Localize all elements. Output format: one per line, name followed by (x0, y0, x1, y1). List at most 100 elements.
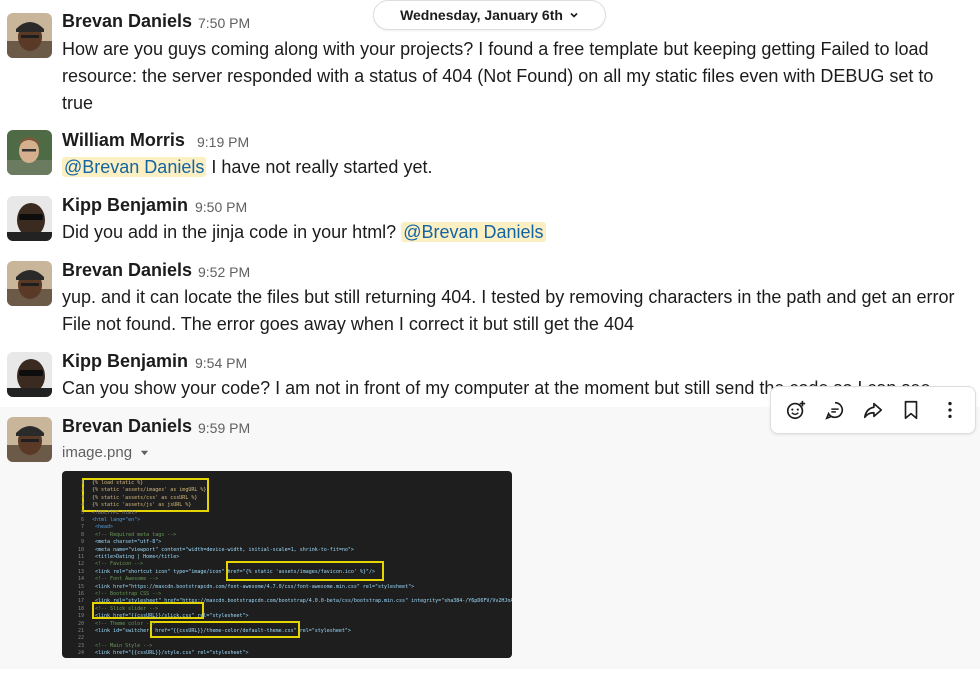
line-number: 9 (80, 539, 84, 546)
code-line: 11 <title>Dating | Home</title> (70, 554, 179, 560)
code-line: 3 {% static 'assets/css' as cssURL %} (70, 495, 197, 501)
code-text: <!DOCTYPE html> (92, 509, 138, 516)
line-number: 16 (77, 591, 84, 597)
save-bookmark-icon (905, 400, 918, 420)
code-text: <link id="switcher" href="{{cssURL}}/the… (92, 628, 351, 634)
code-line: 17 <link rel="stylesheet" href="https://… (70, 598, 512, 604)
date-divider-label: Wednesday, January 6th (400, 7, 563, 23)
code-line: 10 <meta name="viewport" content="width=… (70, 547, 354, 553)
code-line: 24 <link href="{{cssURL}}/style.css" rel… (70, 650, 249, 656)
code-line: 15 <link href="https://maxcdn.bootstrapc… (70, 584, 414, 590)
message-text: Did you add in the jinja code in your ht… (62, 219, 966, 246)
reply-in-thread-button[interactable] (820, 395, 850, 425)
code-line: 20 <!-- Theme color --> (70, 621, 155, 627)
code-text: <meta charset="utf-8"> (92, 539, 162, 546)
code-line: 7 <head> (70, 524, 113, 530)
code-text: {% load static %} (92, 480, 144, 486)
line-number: 6 (80, 517, 84, 523)
line-number: 24 (77, 650, 84, 657)
message-timestamp[interactable]: 7:50 PM (198, 15, 250, 31)
message-text-content: I have not really started yet. (206, 157, 433, 177)
code-line: 8 <!-- Required meta tags --> (70, 532, 176, 538)
avatar-kipp-benjamin[interactable] (7, 196, 52, 241)
file-name-toggle[interactable]: image.png (62, 444, 149, 461)
line-number: 15 (77, 583, 84, 590)
code-text: <!-- Bootstrap CSS --> (92, 591, 162, 597)
code-text: {% static 'assets/images' as imgURL %} (92, 487, 207, 494)
avatar-brevan-daniels[interactable] (7, 417, 52, 462)
line-number: 14 (77, 576, 84, 583)
message-actions-toolbar (770, 386, 976, 434)
user-mention[interactable]: @Brevan Daniels (401, 222, 546, 242)
message-text-content: Did you add in the jinja code in your ht… (62, 222, 402, 242)
reply-in-thread-icon (824, 401, 843, 420)
message-author[interactable]: Kipp Benjamin (62, 195, 188, 216)
line-number: 21 (77, 628, 84, 634)
message-author[interactable]: Brevan Daniels (62, 416, 192, 437)
line-number: 12 (77, 561, 84, 568)
share-message-icon (863, 402, 883, 419)
line-number: 13 (77, 568, 84, 575)
avatar-kipp-benjamin[interactable] (7, 352, 52, 397)
code-line: 6 <html lang="en"> (70, 517, 140, 523)
code-line: 16 <!-- Bootstrap CSS --> (70, 591, 161, 597)
message-author[interactable]: Brevan Daniels (62, 11, 192, 32)
code-line: 18 <!-- Slick slider --> (70, 606, 158, 612)
code-text: <link rel="stylesheet" href="https://max… (95, 598, 512, 605)
code-text: <title>Dating | Home</title> (92, 554, 180, 560)
code-line: 21 <link id="switcher" href="{{cssURL}}/… (70, 628, 351, 634)
code-line: 1 {% load static %} (70, 480, 143, 486)
line-number: 2 (80, 487, 84, 494)
image-attachment[interactable]: 1 {% load static %} 2 {% static 'assets/ima… (62, 471, 512, 658)
code-line: 12 <!-- Favicon --> (70, 561, 143, 567)
message-timestamp[interactable]: 9:59 PM (198, 420, 250, 436)
more-actions-icon (948, 401, 952, 419)
message-text: @Brevan Daniels I have not really starte… (62, 154, 966, 181)
line-number: 20 (77, 620, 84, 627)
save-message-button[interactable] (896, 395, 926, 425)
line-number: 22 (77, 635, 84, 642)
date-divider-button[interactable]: Wednesday, January 6th (373, 0, 606, 30)
message-text: How are you guys coming along with your … (62, 39, 934, 113)
file-name: image.png (62, 444, 133, 461)
message-author[interactable]: Brevan Daniels (62, 260, 192, 281)
avatar-brevan-daniels[interactable] (7, 13, 52, 58)
code-line: 23 <!-- Main Style --> (70, 643, 152, 649)
message-text: yup. and it can locate the files but sti… (62, 287, 955, 334)
add-reaction-icon (787, 400, 806, 420)
message-author[interactable]: Kipp Benjamin (62, 351, 188, 372)
add-reaction-button[interactable] (781, 395, 811, 425)
message-timestamp[interactable]: 9:50 PM (195, 199, 247, 215)
share-message-button[interactable] (858, 395, 888, 425)
code-text: <!-- Font Awesome --> (92, 576, 159, 583)
line-number: 8 (80, 531, 84, 538)
code-text: <link href="{{cssURL}}/slick.css" rel="s… (92, 613, 249, 620)
code-text: <meta name="viewport" content="width=dev… (92, 546, 354, 553)
code-line: 9 <meta charset="utf-8"> (70, 539, 161, 545)
code-text: <head> (92, 524, 114, 531)
code-text: {% static 'assets/css' as cssURL %} (92, 494, 198, 501)
message-timestamp[interactable]: 9:52 PM (198, 264, 250, 280)
user-mention[interactable]: @Brevan Daniels (62, 157, 207, 177)
avatar-william-morris[interactable] (7, 130, 52, 175)
caret-down-icon (140, 444, 149, 461)
code-line: 22 (70, 635, 92, 641)
message-timestamp[interactable]: 9:19 PM (197, 134, 249, 150)
code-text: {% static 'assets/js' as jsURL %} (92, 502, 192, 509)
code-text: <link href="https://maxcdn.bootstrapcdn.… (92, 583, 415, 590)
line-number: 11 (77, 554, 84, 560)
line-number: 4 (80, 502, 84, 509)
code-text: <!-- Favicon --> (92, 561, 144, 568)
line-number: 19 (77, 613, 84, 620)
message-timestamp[interactable]: 9:54 PM (195, 355, 247, 371)
line-number: 7 (80, 524, 84, 531)
line-number: 1 (80, 480, 84, 486)
message-author[interactable]: William Morris (62, 130, 185, 151)
chevron-down-icon (569, 7, 579, 23)
line-number: 5 (80, 509, 84, 516)
code-text: <html lang="en"> (92, 517, 141, 523)
code-line: 4 {% static 'assets/js' as jsURL %} (70, 502, 191, 508)
more-actions-button[interactable] (935, 395, 965, 425)
code-line: 14 <!-- Font Awesome --> (70, 576, 158, 582)
avatar-brevan-daniels[interactable] (7, 261, 52, 306)
